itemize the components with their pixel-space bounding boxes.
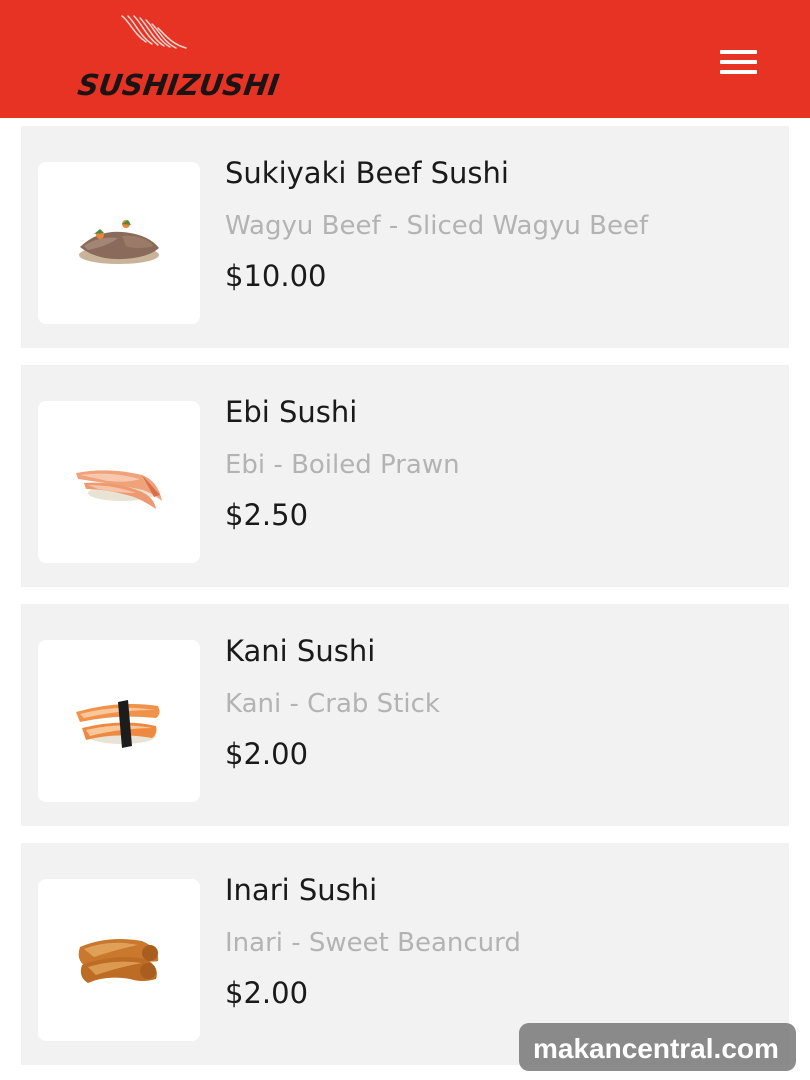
item-thumbnail: [38, 640, 200, 802]
menu-item-card[interactable]: Kani Sushi Kani - Crab Stick $2.00: [21, 604, 789, 826]
crab-stick-sushi-image: [76, 700, 160, 748]
watermark-badge: makancentral.com: [519, 1023, 796, 1071]
beef-sushi-image: [79, 220, 159, 264]
item-price: $2.00: [225, 737, 309, 771]
menu-item-card[interactable]: Ebi Sushi Ebi - Boiled Prawn $2.50: [21, 365, 789, 587]
item-name: Ebi Sushi: [225, 395, 358, 429]
item-price: $10.00: [225, 259, 327, 293]
item-description: Kani - Crab Stick: [225, 689, 440, 719]
hamburger-menu-icon[interactable]: [716, 46, 762, 80]
item-name: Sukiyaki Beef Sushi: [225, 156, 509, 190]
inari-sushi-image: [78, 939, 159, 983]
logo-wordmark: SUSHIZUSHI: [75, 68, 282, 102]
item-description: Inari - Sweet Beancurd: [225, 928, 521, 958]
item-thumbnail: [38, 879, 200, 1041]
item-thumbnail: [38, 401, 200, 563]
wave-lines-icon: [121, 15, 187, 49]
item-price: $2.00: [225, 976, 309, 1010]
watermark-text: makancentral.com: [533, 1033, 779, 1064]
prawn-sushi-image: [76, 470, 162, 509]
item-price: $2.50: [225, 498, 309, 532]
menu-item-card[interactable]: Sukiyaki Beef Sushi Wagyu Beef - Sliced …: [21, 126, 789, 348]
sushizushi-logo[interactable]: SUSHIZUSHI: [76, 12, 281, 106]
item-thumbnail: [38, 162, 200, 324]
item-description: Ebi - Boiled Prawn: [225, 450, 460, 480]
app-header: SUSHIZUSHI: [0, 0, 810, 118]
item-description: Wagyu Beef - Sliced Wagyu Beef: [225, 211, 649, 241]
item-name: Inari Sushi: [225, 873, 378, 907]
item-name: Kani Sushi: [225, 634, 376, 668]
